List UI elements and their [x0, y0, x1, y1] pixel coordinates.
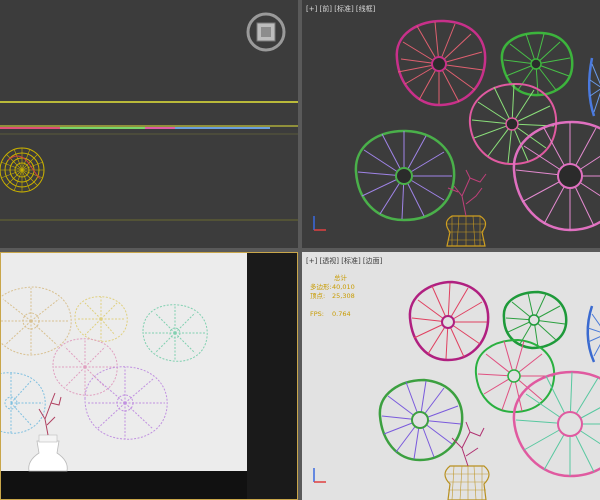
front-view-canvas — [354, 19, 600, 247]
lily-pad-pink — [512, 120, 600, 232]
lily-pad-blue — [588, 57, 600, 117]
persp-lily-pad-lightgreen — [474, 338, 556, 414]
persp-lily-pad-purple — [378, 378, 464, 462]
persp-lily-pad-blue — [586, 305, 600, 363]
viewport-top[interactable] — [0, 0, 298, 248]
viewport-left[interactable]: ] — [0, 252, 298, 500]
viewcube-icon[interactable] — [246, 12, 286, 52]
lily-pad-purple — [354, 129, 456, 222]
persp-vase-wire — [444, 421, 490, 500]
left-view-canvas — [1, 253, 297, 499]
persp-lily-pad-pink — [512, 370, 600, 478]
axis-gizmo-icon — [310, 464, 330, 486]
viewport-front[interactable]: [+] [前] [标准] [线框] — [302, 0, 600, 248]
vase-top-wire — [0, 147, 45, 193]
lily-pad-lightgreen — [468, 82, 558, 166]
perspective-view-canvas — [378, 280, 600, 500]
viewport-perspective[interactable]: [+] [透视] [标准] [边面] 总计 多边形: 40,010 顶点: 25,3… — [302, 252, 600, 500]
lily-pad-green — [500, 31, 574, 97]
axis-gizmo-icon — [310, 212, 330, 234]
lily-pad-red — [395, 19, 487, 107]
persp-lily-pad-red — [408, 280, 490, 362]
